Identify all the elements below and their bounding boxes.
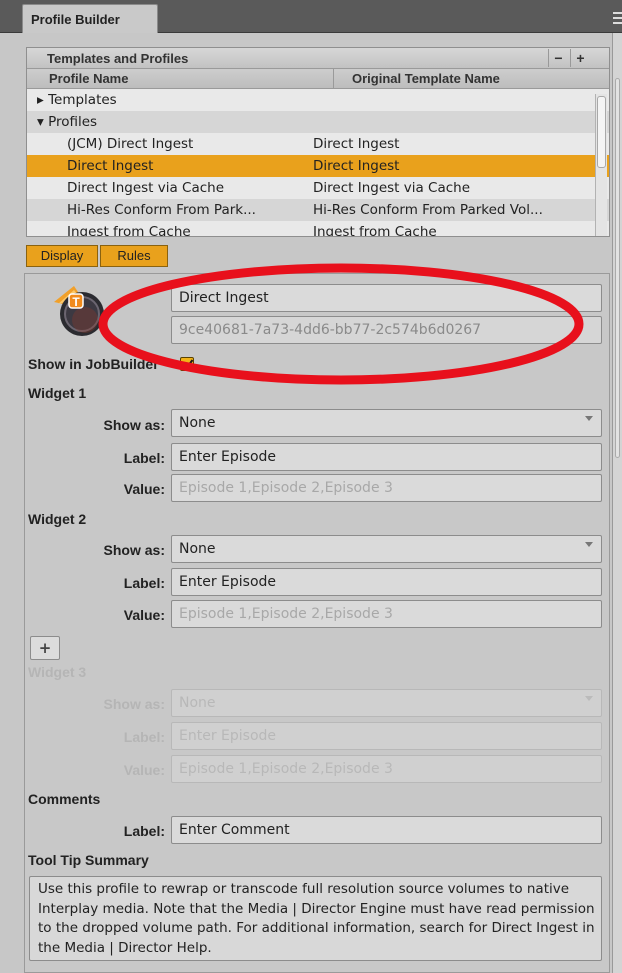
- profile-name-cell: Direct Ingest: [67, 158, 154, 174]
- rules-tab[interactable]: Rules: [100, 245, 168, 267]
- show-in-jobbuilder-checkbox[interactable]: [180, 357, 194, 371]
- widget-3-value-caption: Value:: [123, 762, 165, 778]
- templates-and-profiles-panel: Templates and Profiles − + Profile Name …: [26, 47, 610, 237]
- widget-3-title: Widget 3: [28, 664, 87, 680]
- tab-bar: Profile Builder: [0, 0, 622, 33]
- profile-name-cell: Direct Ingest via Cache: [67, 180, 225, 196]
- templates-panel-title: Templates and Profiles: [47, 51, 189, 66]
- comments-label-caption: Label:: [123, 823, 165, 839]
- profile-name-cell: (JCM) Direct Ingest: [67, 136, 194, 152]
- widget-2-value-caption: Value:: [123, 607, 165, 623]
- widget-3-show-as-select: None: [171, 689, 602, 717]
- profiles-table-header: Profile Name Original Template Name: [27, 69, 609, 89]
- profile-row[interactable]: Hi-Res Conform From Park... Hi-Res Confor…: [27, 199, 609, 221]
- panel-scrollbar[interactable]: [612, 33, 622, 973]
- widget-2-label-caption: Label:: [123, 575, 165, 591]
- template-name-cell: Direct Ingest via Cache: [313, 180, 471, 196]
- svg-text:T: T: [72, 295, 80, 309]
- profile-name-cell: Hi-Res Conform From Park...: [67, 202, 256, 218]
- add-widget-button[interactable]: +: [30, 636, 60, 660]
- widget-2-label-field[interactable]: Enter Episode: [171, 568, 602, 596]
- widget-1-title: Widget 1: [28, 385, 87, 401]
- profile-row[interactable]: ▸ Templates: [27, 89, 609, 111]
- widget-2-show-as-label: Show as:: [103, 542, 165, 558]
- widget-1-show-as-label: Show as:: [103, 417, 165, 433]
- column-original-template-name[interactable]: Original Template Name: [333, 69, 500, 89]
- widget-1-value-field[interactable]: Episode 1,Episode 2,Episode 3: [171, 474, 602, 502]
- widget-1-label-caption: Label:: [123, 450, 165, 466]
- tab-profile-builder[interactable]: Profile Builder: [22, 4, 158, 33]
- widget-3-value-field: Episode 1,Episode 2,Episode 3: [171, 755, 602, 783]
- profiles-table-scrollbar[interactable]: [595, 94, 607, 236]
- profile-name-cell: Ingest from Cache: [67, 224, 191, 236]
- widget-1-show-as-select[interactable]: None: [171, 409, 602, 437]
- left-rail: [0, 33, 22, 973]
- widget-2-value-field[interactable]: Episode 1,Episode 2,Episode 3: [171, 600, 602, 628]
- tooltip-summary-field[interactable]: Use this profile to rewrap or transcode …: [29, 876, 602, 961]
- profile-row[interactable]: (JCM) Direct Ingest Direct Ingest: [27, 133, 609, 155]
- profile-name-cell: ▾ Profiles: [37, 114, 98, 130]
- widget-1-label-field[interactable]: Enter Episode: [171, 443, 602, 471]
- template-name-cell: Direct Ingest: [313, 136, 400, 152]
- widget-2-show-as-select[interactable]: None: [171, 535, 602, 563]
- templates-panel-header: Templates and Profiles − +: [27, 48, 609, 69]
- column-profile-name[interactable]: Profile Name: [49, 71, 128, 86]
- profile-name-field[interactable]: Direct Ingest: [171, 284, 602, 312]
- comments-title: Comments: [28, 791, 101, 807]
- comments-label-field[interactable]: Enter Comment: [171, 816, 602, 844]
- transcode-profile-icon: T: [52, 284, 106, 338]
- widget-2-title: Widget 2: [28, 511, 87, 527]
- profile-name-cell: ▸ Templates: [37, 92, 117, 108]
- widget-1-value-caption: Value:: [123, 481, 165, 497]
- remove-profile-button[interactable]: −: [548, 49, 568, 67]
- widget-3-show-as-label: Show as:: [103, 696, 165, 712]
- widget-3-label-field: Enter Episode: [171, 722, 602, 750]
- profile-row[interactable]: ▾ Profiles: [27, 111, 609, 133]
- profile-id-field: 9ce40681-7a73-4dd6-bb77-2c574b6d0267: [171, 316, 602, 344]
- widget-3-label-caption: Label:: [123, 729, 165, 745]
- profiles-table-body: ▸ Templates ▾ Profiles (JCM) Direct Ingest…: [27, 89, 609, 236]
- display-tab[interactable]: Display: [26, 245, 98, 267]
- template-name-cell: Ingest from Cache: [313, 224, 437, 236]
- profile-row[interactable]: Direct Ingest Direct Ingest: [27, 155, 609, 177]
- template-name-cell: Direct Ingest: [313, 158, 400, 174]
- show-in-jobbuilder-label: Show in JobBuilder: [28, 356, 159, 372]
- template-name-cell: Hi-Res Conform From Parked Vol...: [313, 202, 543, 218]
- panel-menu-icon[interactable]: [613, 10, 622, 26]
- profile-row[interactable]: Direct Ingest via Cache Direct Ingest via…: [27, 177, 609, 199]
- checkmark-icon: [183, 359, 194, 370]
- profile-row[interactable]: Ingest from Cache Ingest from Cache: [27, 221, 609, 236]
- add-profile-button[interactable]: +: [570, 49, 590, 67]
- tooltip-summary-title: Tool Tip Summary: [28, 852, 149, 868]
